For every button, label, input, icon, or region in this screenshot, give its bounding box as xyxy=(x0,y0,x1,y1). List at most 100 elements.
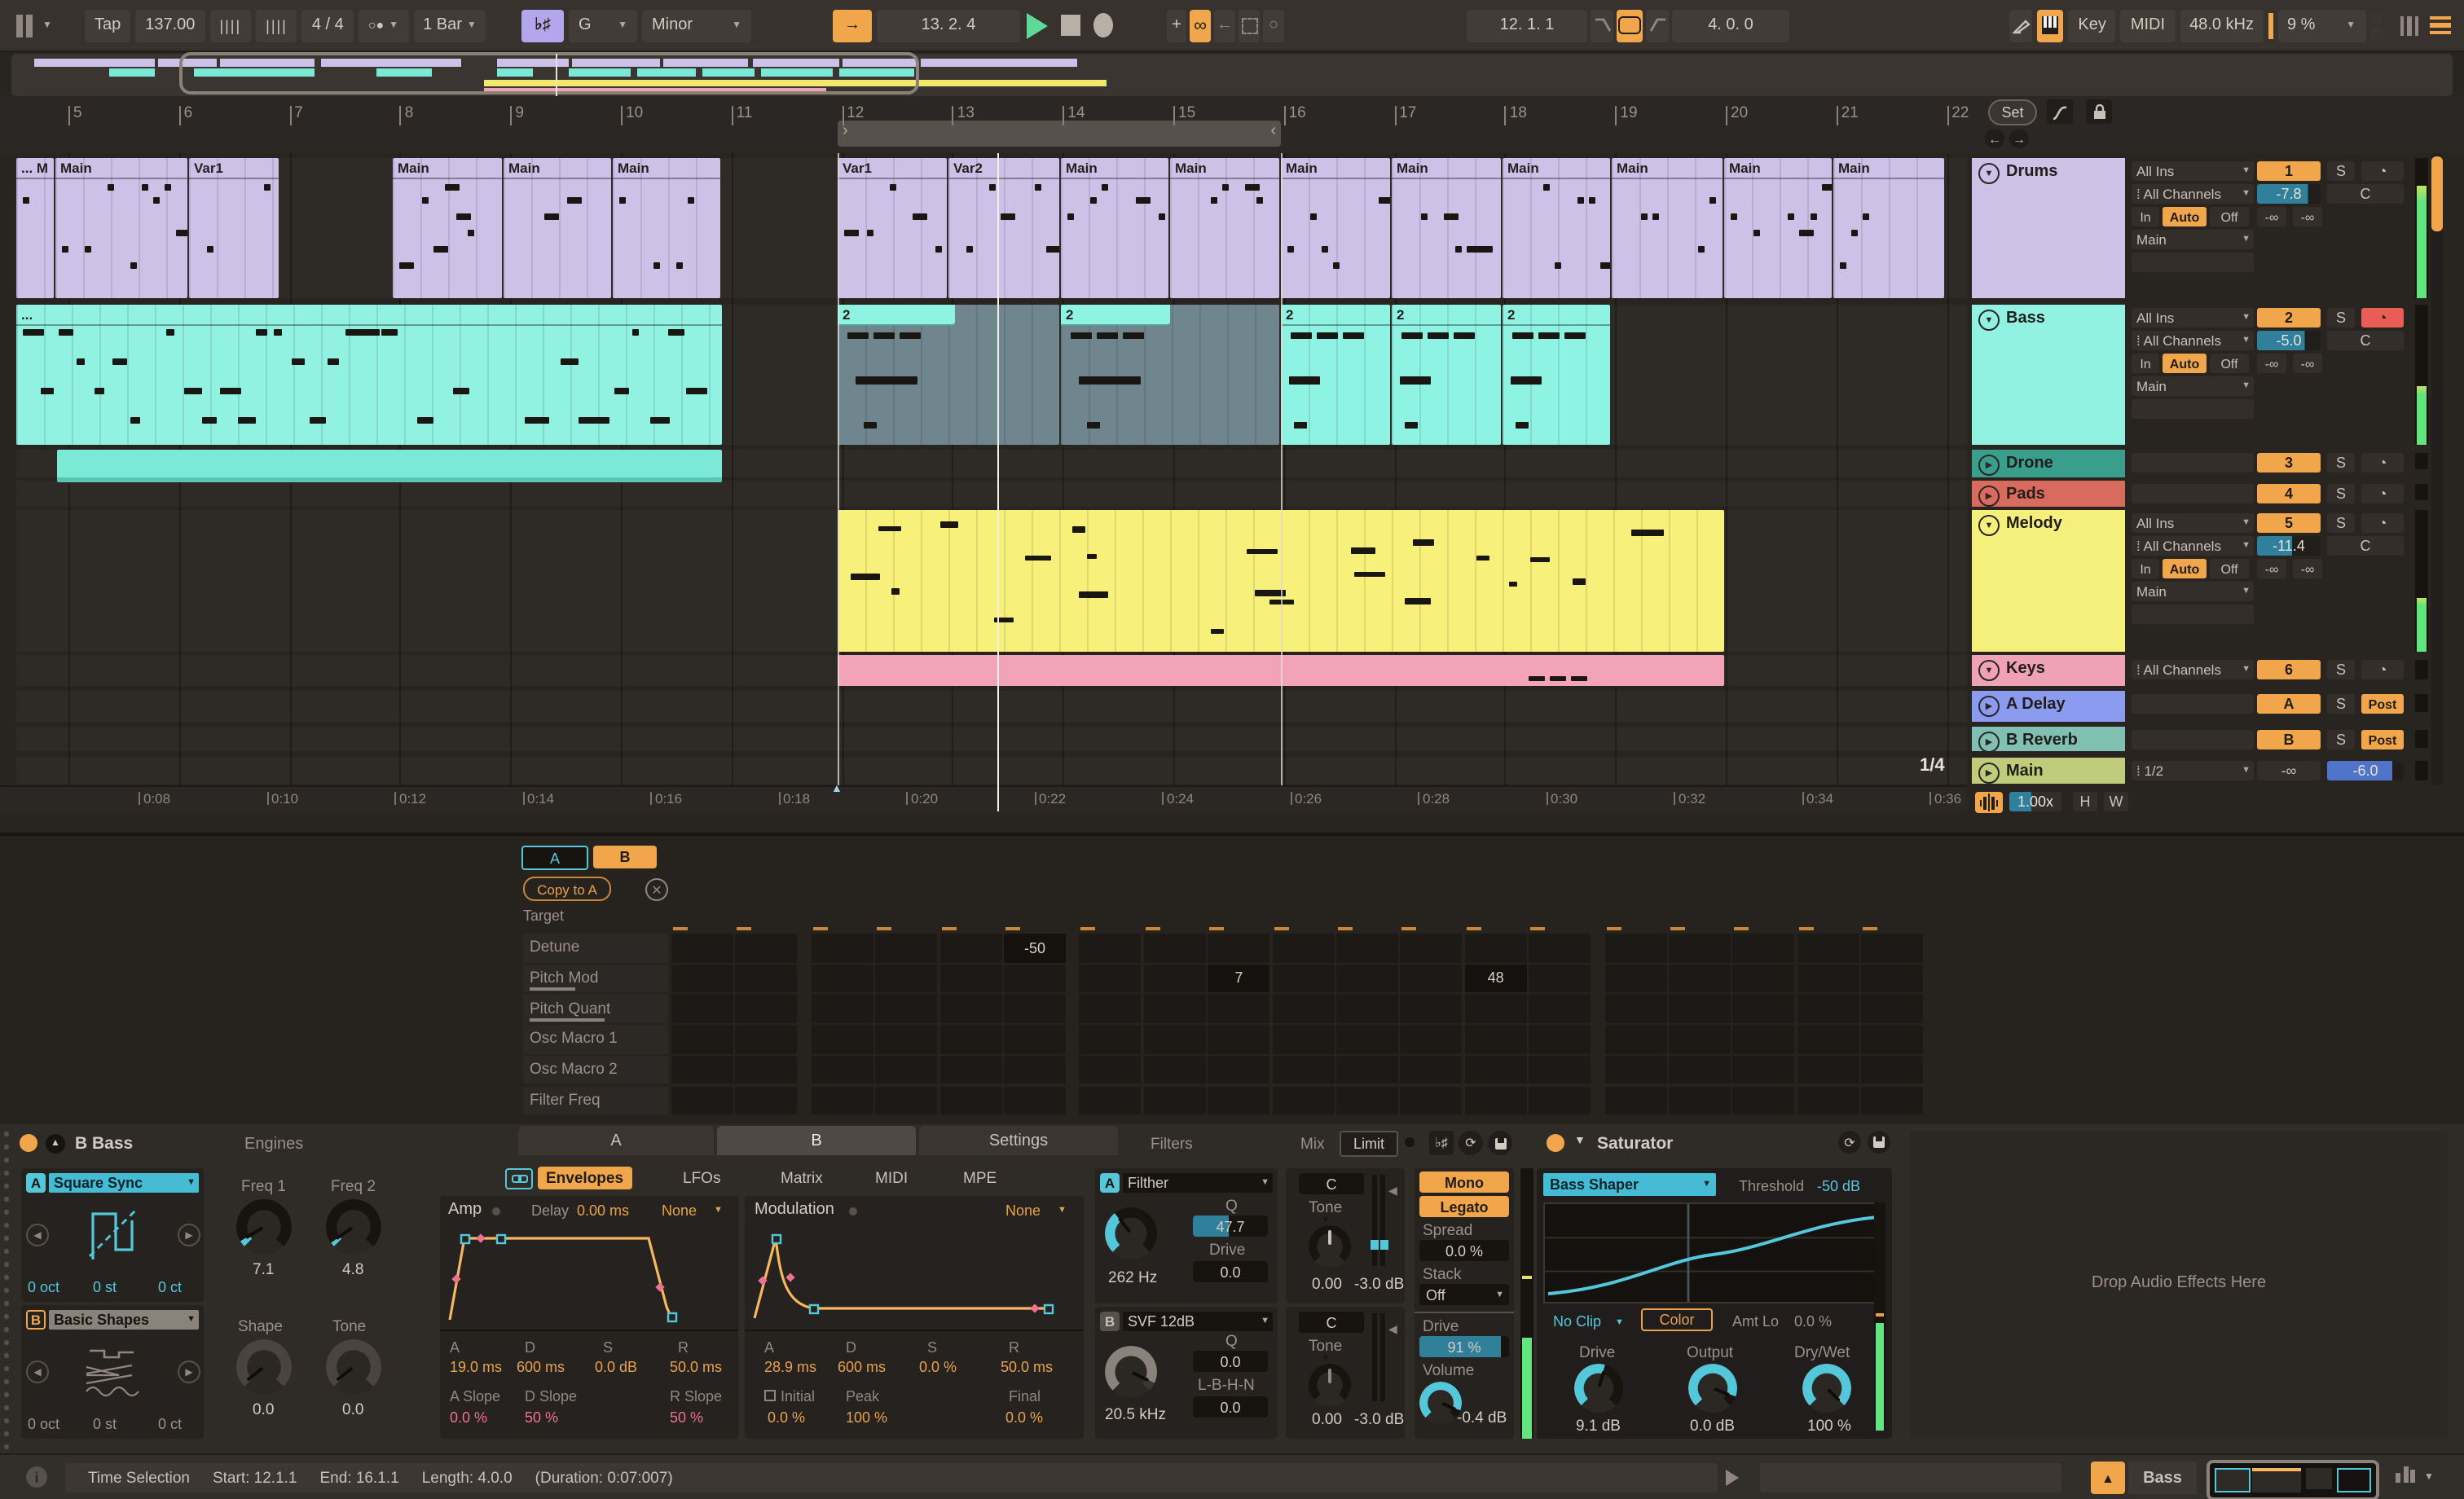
arrangement-position-field[interactable]: 13. 2. 4 xyxy=(877,9,1020,42)
freq1-value[interactable]: 7.1 xyxy=(253,1261,274,1279)
play-button[interactable] xyxy=(1027,12,1048,38)
output-channel-box[interactable] xyxy=(2132,604,2254,624)
fold-icon[interactable]: ▶ xyxy=(1978,486,2000,507)
clip-drums[interactable]: Main xyxy=(1503,158,1610,298)
saturator-randomize-icon[interactable]: ⟳ xyxy=(1838,1131,1861,1154)
output-route-menu[interactable]: Main ▼ xyxy=(2132,376,2254,396)
matrix-cell[interactable] xyxy=(811,1055,873,1084)
matrix-cell[interactable] xyxy=(1529,964,1591,993)
filter-a-tone-knob[interactable] xyxy=(1309,1225,1351,1268)
solo-button[interactable]: S xyxy=(2327,730,2355,750)
track-header-b-reverb[interactable]: ▶ B Reverb B S Post xyxy=(1972,727,2464,753)
matrix-cell-value[interactable]: 48 xyxy=(1464,964,1527,993)
audio-zoom-icon[interactable] xyxy=(1975,792,2003,813)
track-name-area[interactable]: ▼ Melody xyxy=(1972,510,2125,652)
matrix-cell[interactable] xyxy=(671,1055,733,1084)
matrix-cell[interactable] xyxy=(1208,934,1270,962)
track-number[interactable]: 6 xyxy=(2257,660,2321,679)
cue-volume-field[interactable]: -∞ xyxy=(2257,761,2321,780)
track-lane[interactable] xyxy=(16,758,1967,784)
matrix-cell[interactable] xyxy=(1079,964,1142,993)
matrix-cell[interactable] xyxy=(1336,1025,1398,1054)
mod-envelope-graph[interactable] xyxy=(745,1225,1084,1326)
filter-a-pan[interactable]: C xyxy=(1299,1173,1364,1194)
matrix-row-label[interactable]: Pitch Mod xyxy=(523,964,668,993)
browser-menu-icon[interactable] xyxy=(2430,13,2451,38)
matrix-cell[interactable] xyxy=(1732,964,1795,993)
matrix-cell[interactable] xyxy=(671,934,733,962)
matrix-cell[interactable] xyxy=(1272,994,1335,1023)
matrix-cell[interactable] xyxy=(1732,1086,1795,1114)
preview-play-button[interactable] xyxy=(1726,1470,1739,1486)
metronome-caret[interactable]: ▼ xyxy=(389,20,398,30)
post-button[interactable]: Post xyxy=(2361,694,2404,714)
cpu-meter[interactable]: 9 % ▼ xyxy=(2277,9,2365,42)
engine-a-type-menu[interactable]: Square Sync ▼ xyxy=(49,1173,199,1193)
engine-a-st[interactable]: 0 st xyxy=(93,1279,117,1295)
matrix-cell[interactable] xyxy=(1861,1086,1924,1114)
engine-a-ct[interactable]: 0 ct xyxy=(158,1279,182,1295)
amp-release-value[interactable]: 50.0 ms xyxy=(670,1359,722,1375)
loop-length-field[interactable]: 4. 0. 0 xyxy=(1672,9,1789,42)
subtab-mpe[interactable]: MPE xyxy=(955,1167,1005,1189)
tempo-field[interactable]: 137.00 xyxy=(135,9,205,42)
output-channel-box[interactable] xyxy=(2132,399,2254,419)
effects-drop-zone[interactable]: Drop Audio Effects Here xyxy=(1910,1131,2448,1439)
matrix-cell[interactable] xyxy=(875,964,938,993)
scale-mode-icon[interactable]: ♭♯ xyxy=(521,9,564,42)
engine-b-oct[interactable]: 0 oct xyxy=(28,1416,59,1432)
matrix-cell[interactable] xyxy=(811,1086,873,1114)
track-header-drone[interactable]: ▶ Drone 3 S ◔ xyxy=(1972,450,2464,477)
subtab-midi[interactable]: MIDI xyxy=(867,1167,916,1189)
legato-button[interactable]: Legato xyxy=(1419,1196,1509,1217)
clip-drums[interactable]: Main xyxy=(1612,158,1723,298)
copy-to-a-button[interactable]: Copy to A xyxy=(523,877,611,901)
sat-drive-knob[interactable] xyxy=(1574,1364,1623,1413)
filter-a-level-slider[interactable] xyxy=(1372,1175,1377,1266)
mod-mod-dot[interactable] xyxy=(849,1207,857,1215)
computer-midi-keyboard-icon[interactable] xyxy=(2037,9,2064,42)
matrix-cell[interactable] xyxy=(1861,1055,1924,1084)
clip-bass[interactable]: 2 xyxy=(1392,305,1501,445)
matrix-cell[interactable] xyxy=(1336,994,1398,1023)
matrix-cell[interactable] xyxy=(1529,934,1591,962)
clip-drums[interactable]: ... M xyxy=(16,158,54,298)
randomize-icon[interactable]: ⟳ xyxy=(1459,1131,1483,1155)
engine-b-badge[interactable]: B xyxy=(26,1310,46,1330)
matrix-cell[interactable] xyxy=(1208,1086,1270,1114)
new-button[interactable]: + xyxy=(1167,9,1186,42)
filter-b-tone-value[interactable]: 0.00 xyxy=(1312,1411,1342,1429)
limit-button[interactable]: Limit xyxy=(1340,1131,1398,1157)
filter-b-freq-knob[interactable] xyxy=(1105,1346,1157,1398)
filter-a-type-menu[interactable]: Filther ▼ xyxy=(1123,1173,1273,1193)
track-name-area[interactable]: ▼ Keys xyxy=(1972,655,2125,686)
matrix-cell[interactable] xyxy=(1208,994,1270,1023)
monitor-in-button[interactable]: In xyxy=(2132,207,2159,226)
clip-drums[interactable]: Main xyxy=(613,158,720,298)
clip-drums[interactable]: Var1 xyxy=(189,158,279,298)
matrix-cell[interactable] xyxy=(735,1025,798,1054)
matrix-cell[interactable] xyxy=(1604,1086,1667,1114)
stop-button[interactable] xyxy=(1061,15,1080,36)
sat-drywet-knob[interactable] xyxy=(1802,1364,1851,1413)
matrix-cell[interactable] xyxy=(671,1025,733,1054)
matrix-cell[interactable] xyxy=(1861,994,1924,1023)
matrix-cell[interactable] xyxy=(1336,934,1398,962)
matrix-cell[interactable] xyxy=(1669,1055,1731,1084)
matrix-cell[interactable] xyxy=(1604,994,1667,1023)
matrix-cell[interactable] xyxy=(1400,934,1463,962)
matrix-cell[interactable] xyxy=(939,994,1002,1023)
input-channel-menu[interactable]: ⁞ All Channels ▼ xyxy=(2132,331,2254,350)
matrix-cell[interactable] xyxy=(811,934,873,962)
matrix-cell[interactable] xyxy=(1208,1025,1270,1054)
filter-a-q-value[interactable]: 47.7 xyxy=(1193,1215,1268,1237)
solo-button[interactable]: S xyxy=(2327,161,2355,181)
output-route-menu[interactable]: Main ▼ xyxy=(2132,582,2254,601)
threshold-value[interactable]: -50 dB xyxy=(1817,1178,1860,1194)
scale-name-menu[interactable]: Minor ▼ xyxy=(642,9,751,42)
matrix-cell[interactable] xyxy=(1004,964,1066,993)
monitor-off-button[interactable]: Off xyxy=(2210,559,2249,578)
back-to-arrangement-icon[interactable]: ← xyxy=(1214,9,1235,42)
matrix-cell-value[interactable]: 7 xyxy=(1208,964,1270,993)
matrix-cell[interactable] xyxy=(1004,1086,1066,1114)
